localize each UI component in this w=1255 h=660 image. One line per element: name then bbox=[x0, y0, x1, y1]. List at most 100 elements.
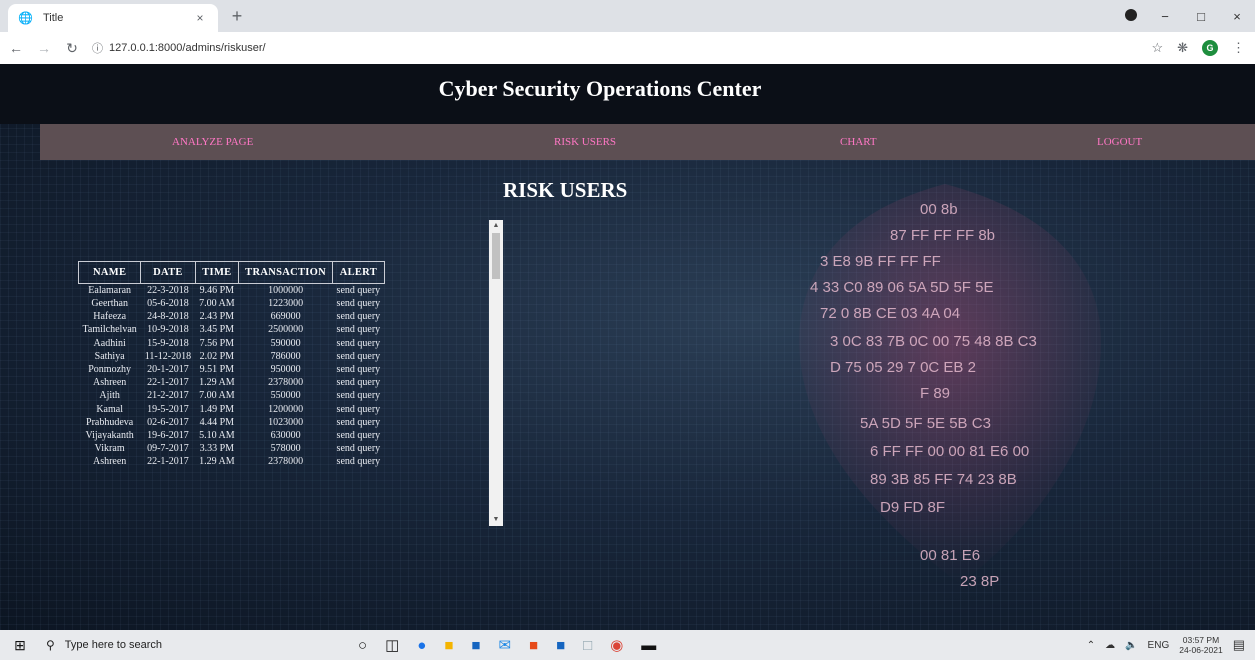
search-icon: ⚲ bbox=[46, 638, 55, 652]
terminal-icon[interactable]: ▬ bbox=[641, 637, 656, 654]
taskbar-search[interactable]: ⚲ Type here to search bbox=[40, 630, 330, 660]
edge-icon[interactable]: ● bbox=[417, 637, 426, 654]
cell-alert[interactable]: send query bbox=[333, 363, 385, 376]
system-tray: ⌃ ☁ 🔈 ENG 03:57 PM 24-06-2021 ▤ bbox=[1087, 630, 1245, 660]
svg-text:23 8P: 23 8P bbox=[960, 573, 999, 590]
cortana-icon[interactable]: ○ bbox=[358, 637, 367, 654]
new-tab-button[interactable]: + bbox=[226, 6, 248, 28]
table-row: Ashreen 22-1-2017 1.29 AM 2378000 send query bbox=[79, 376, 385, 389]
minimize-button[interactable]: − bbox=[1147, 9, 1183, 24]
tray-overflow-icon[interactable]: ⌃ bbox=[1087, 640, 1095, 651]
browser-tab[interactable]: 🌐 Title × bbox=[8, 4, 218, 32]
nav-logout[interactable]: LOGOUT bbox=[1097, 124, 1142, 160]
cell-date: 22-1-2017 bbox=[147, 377, 189, 389]
maximize-button[interactable]: □ bbox=[1183, 9, 1219, 24]
nav-risk-users[interactable]: RISK USERS bbox=[554, 124, 616, 160]
cell-date: 11-12-2018 bbox=[144, 350, 192, 362]
cell-time: 7.56 PM bbox=[199, 337, 235, 349]
cell-alert[interactable]: send query bbox=[333, 310, 385, 323]
cell-transaction: 550000 bbox=[270, 390, 301, 402]
cell-alert[interactable]: send query bbox=[333, 389, 385, 402]
scrollbar[interactable]: ▲ ▼ bbox=[489, 220, 503, 526]
scroll-down-icon[interactable]: ▼ bbox=[489, 514, 503, 526]
tab-title: Title bbox=[42, 12, 64, 24]
close-window-button[interactable]: × bbox=[1219, 9, 1255, 24]
cell-transaction: 578000 bbox=[270, 443, 301, 455]
table-row: Geerthan 05-6-2018 7.00 AM 1223000 send quer… bbox=[79, 297, 385, 310]
nav-analyze-page[interactable]: ANALYZE PAGE bbox=[172, 124, 253, 160]
taskbar: ⊞ ⚲ Type here to search ○ ◫ ● ■ ■ ✉ ■ ■ … bbox=[0, 630, 1255, 660]
cell-alert[interactable]: send query bbox=[333, 416, 385, 429]
menu-icon[interactable]: ⋮ bbox=[1232, 40, 1245, 56]
chrome-icon[interactable]: ◉ bbox=[610, 636, 623, 654]
svg-text:F 89: F 89 bbox=[920, 385, 950, 402]
cell-transaction: 2378000 bbox=[268, 456, 304, 468]
task-view-icon[interactable]: ◫ bbox=[385, 636, 399, 654]
cell-time: 1.49 PM bbox=[199, 403, 235, 415]
scrollbar-thumb[interactable] bbox=[492, 233, 500, 279]
cell-alert[interactable]: send query bbox=[333, 429, 385, 442]
cell-alert[interactable]: send query bbox=[333, 337, 385, 350]
profile-icon[interactable]: G bbox=[1202, 40, 1218, 56]
reload-icon[interactable]: ↻ bbox=[60, 40, 84, 57]
cell-date: 09-7-2017 bbox=[147, 443, 189, 455]
cell-alert[interactable]: send query bbox=[333, 455, 385, 468]
address-bar[interactable]: ⓘ 127.0.0.1:8000/admins/riskuser/ bbox=[92, 36, 1122, 60]
svg-text:3 0C 83 7B 0C 00 75 48 8B C3: 3 0C 83 7B 0C 00 75 48 8B C3 bbox=[830, 333, 1037, 350]
volume-icon[interactable]: 🔈 bbox=[1125, 640, 1137, 651]
mail-icon[interactable]: ✉ bbox=[498, 636, 511, 654]
word-icon[interactable]: ■ bbox=[556, 637, 565, 654]
clock-time: 03:57 PM bbox=[1182, 635, 1220, 645]
extensions-icon[interactable]: ❋ bbox=[1177, 40, 1188, 56]
cell-date: 22-3-2018 bbox=[147, 285, 189, 296]
cell-alert[interactable]: send query bbox=[333, 350, 385, 363]
cell-alert[interactable]: send query bbox=[333, 284, 385, 298]
table-body: Ealamaran 22-3-2018 9.46 PM 1000000 send que… bbox=[79, 284, 385, 469]
table-row: Ealamaran 22-3-2018 9.46 PM 1000000 send que… bbox=[79, 284, 385, 298]
back-icon[interactable]: ← bbox=[4, 40, 28, 56]
cell-name: Ashreen bbox=[92, 456, 127, 468]
cell-alert[interactable]: send query bbox=[333, 376, 385, 389]
page-viewport: Cyber Security Operations Center ANALYZE… bbox=[0, 64, 1255, 630]
cell-name: Tamilchelvan bbox=[82, 324, 137, 336]
table-row: Ajith 21-2-2017 7.00 AM 550000 send query bbox=[79, 389, 385, 402]
cell-alert[interactable]: send query bbox=[333, 297, 385, 310]
info-icon[interactable]: ⓘ bbox=[92, 40, 103, 56]
store-icon[interactable]: ■ bbox=[471, 637, 480, 654]
url-text[interactable]: 127.0.0.1:8000/admins/riskuser/ bbox=[109, 42, 266, 54]
table-row: Aadhini 15-9-2018 7.56 PM 590000 send query bbox=[79, 337, 385, 350]
column-header-alert: ALERT bbox=[332, 261, 385, 284]
language-indicator[interactable]: ENG bbox=[1148, 640, 1170, 651]
file-explorer-icon[interactable]: ■ bbox=[444, 637, 453, 654]
cell-alert[interactable]: send query bbox=[333, 442, 385, 455]
svg-text:00 81 E6: 00 81 E6 bbox=[920, 547, 980, 564]
cell-transaction: 1000000 bbox=[268, 285, 304, 296]
cell-alert[interactable]: send query bbox=[333, 323, 385, 336]
windows-start-icon[interactable]: ⊞ bbox=[0, 637, 40, 654]
cell-date: 19-5-2017 bbox=[147, 403, 189, 415]
forward-icon[interactable]: → bbox=[32, 40, 56, 56]
scroll-up-icon[interactable]: ▲ bbox=[489, 220, 503, 232]
cell-alert[interactable]: send query bbox=[333, 403, 385, 416]
svg-text:6 FF FF 00 00 81 E6 00: 6 FF FF 00 00 81 E6 00 bbox=[870, 443, 1029, 460]
cell-transaction: 2378000 bbox=[268, 377, 304, 389]
table-row: Vijayakanth 19-6-2017 5.10 AM 630000 send qu… bbox=[79, 429, 385, 442]
site-header: Cyber Security Operations Center bbox=[0, 64, 1255, 124]
network-icon[interactable]: ☁ bbox=[1105, 640, 1115, 651]
clock[interactable]: 03:57 PM 24-06-2021 bbox=[1179, 635, 1222, 655]
tab-close-button[interactable]: × bbox=[192, 11, 208, 25]
notepad-icon[interactable]: □ bbox=[583, 637, 592, 654]
star-icon[interactable]: ☆ bbox=[1151, 40, 1163, 56]
cell-transaction: 669000 bbox=[270, 311, 301, 323]
office-icon[interactable]: ■ bbox=[529, 637, 538, 654]
nav-chart[interactable]: CHART bbox=[840, 124, 877, 160]
cell-name: Geerthan bbox=[91, 298, 128, 310]
site-title: Cyber Security Operations Center bbox=[438, 76, 762, 101]
notifications-icon[interactable]: ▤ bbox=[1233, 637, 1245, 653]
cell-name: Ajith bbox=[99, 390, 120, 402]
cell-time: 3.45 PM bbox=[199, 324, 235, 336]
cell-transaction: 1200000 bbox=[268, 403, 304, 415]
cell-date: 22-1-2017 bbox=[147, 456, 189, 468]
cell-time: 7.00 AM bbox=[199, 298, 235, 310]
search-placeholder[interactable]: Type here to search bbox=[65, 639, 162, 651]
